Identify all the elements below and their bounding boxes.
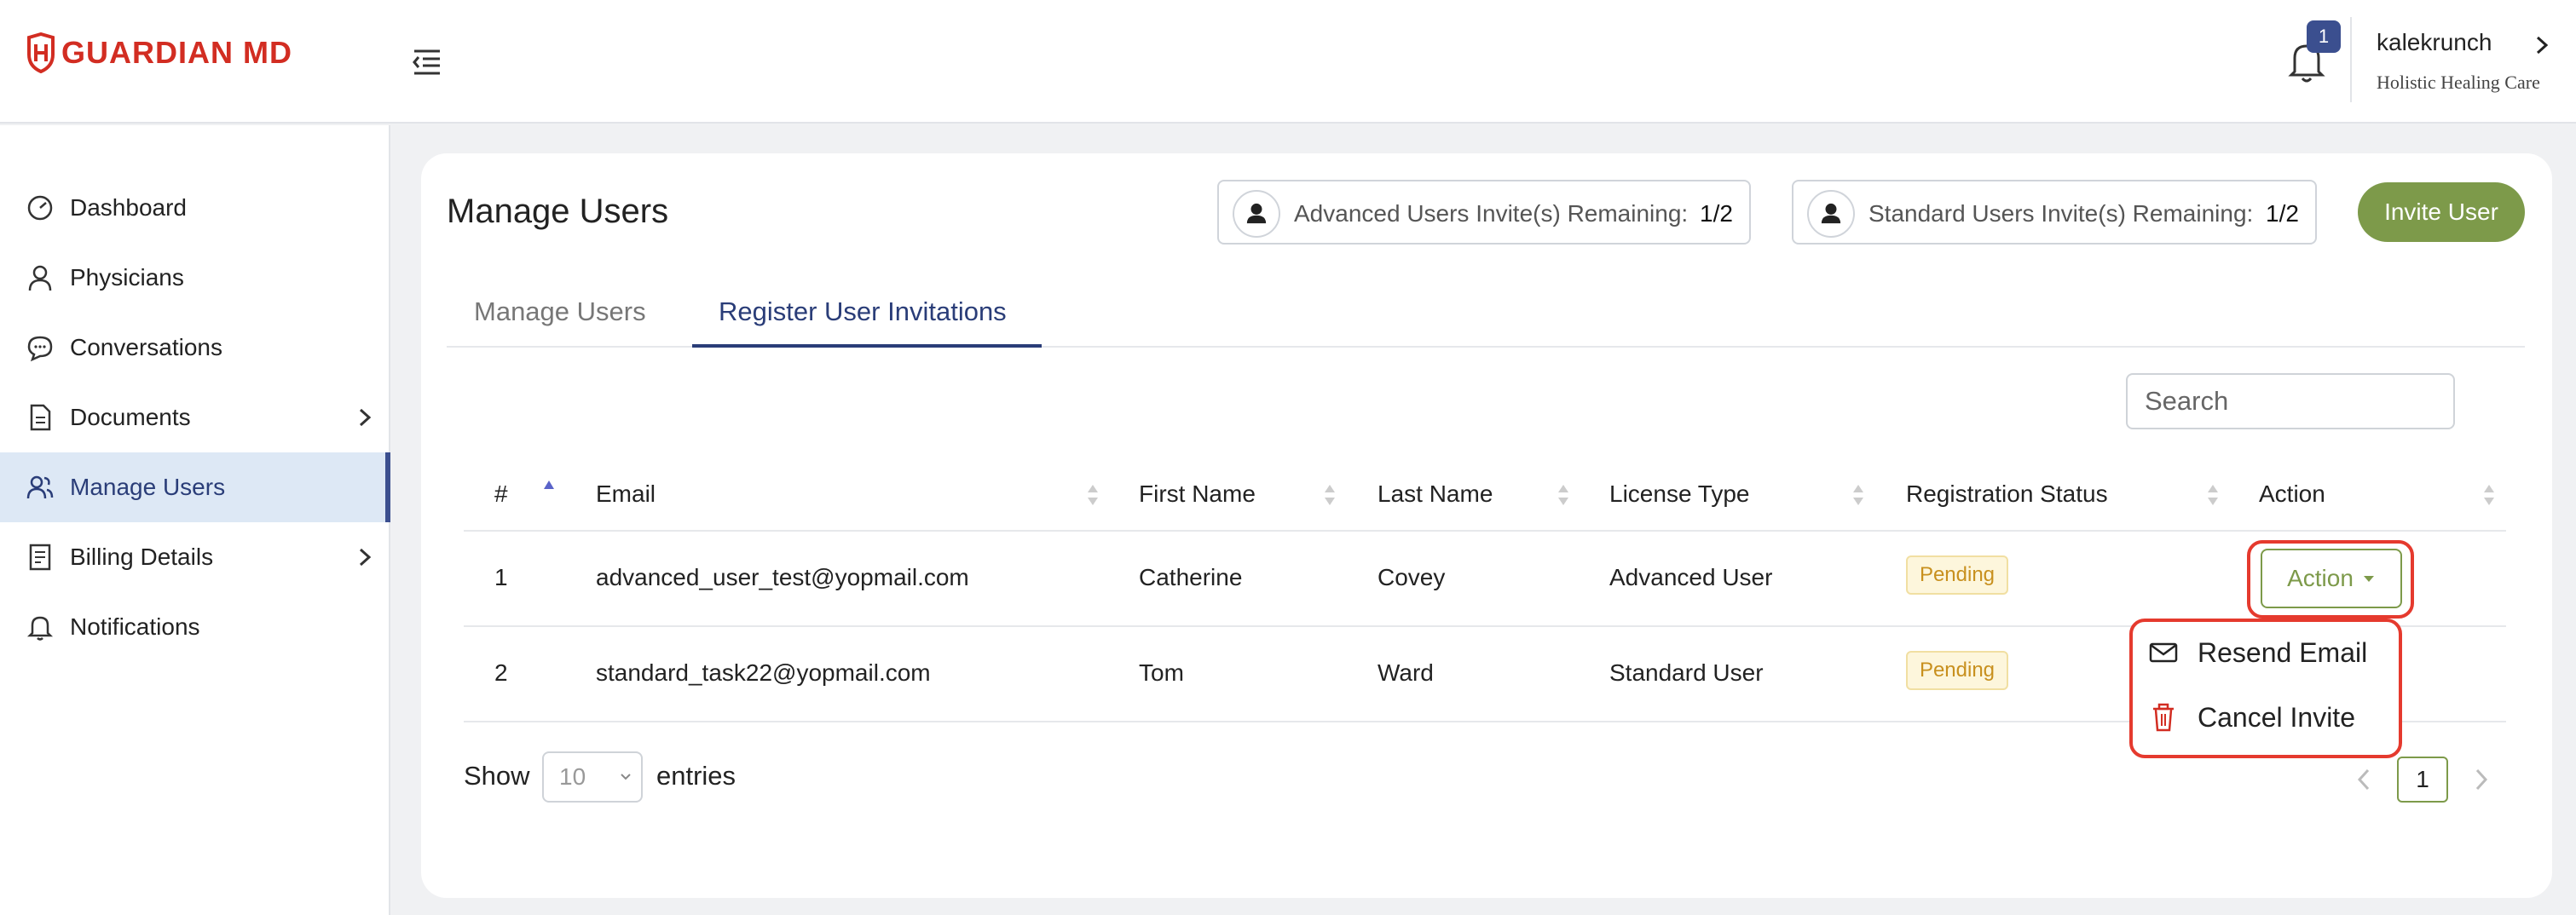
organization-name: Holistic Healing Care bbox=[2377, 72, 2540, 93]
column-header-license-type[interactable]: License Type bbox=[1609, 481, 1750, 508]
sidebar-item-physicians[interactable]: Physicians bbox=[0, 243, 390, 313]
row-email: standard_task22@yopmail.com bbox=[596, 659, 931, 686]
menu-item-cancel-invite[interactable]: Cancel Invite bbox=[2148, 690, 2387, 745]
bell-icon bbox=[26, 616, 54, 641]
collapse-menu-icon[interactable] bbox=[407, 44, 445, 78]
sidebar: Dashboard Physicians Conversations Docum… bbox=[0, 125, 390, 915]
entries-label: entries bbox=[656, 761, 736, 791]
column-header-action[interactable]: Action bbox=[2259, 481, 2325, 508]
sort-icon[interactable] bbox=[1557, 482, 1570, 508]
sort-icon[interactable] bbox=[1323, 482, 1337, 508]
active-tab-indicator bbox=[692, 344, 1042, 348]
sort-ascending-icon[interactable] bbox=[542, 479, 556, 504]
standard-quota-value: 1/2 bbox=[2266, 200, 2299, 227]
sidebar-item-label: Documents bbox=[70, 404, 191, 430]
action-dropdown-button[interactable]: Action bbox=[2261, 549, 2402, 608]
sidebar-item-label: Physicians bbox=[70, 264, 184, 291]
sidebar-item-label: Billing Details bbox=[70, 544, 214, 570]
pagination-next-icon[interactable] bbox=[2470, 765, 2492, 794]
sidebar-item-documents[interactable]: Documents bbox=[0, 383, 390, 452]
entries-value: 10 bbox=[559, 763, 586, 790]
envelope-icon bbox=[2149, 642, 2178, 663]
invite-user-button[interactable]: Invite User bbox=[2358, 182, 2525, 242]
row-last-name: Covey bbox=[1378, 564, 1446, 590]
user-name[interactable]: kalekrunch bbox=[2377, 29, 2492, 56]
advanced-users-quota: Advanced Users Invite(s) Remaining: 1/2 bbox=[1217, 180, 1751, 245]
column-header-first-name[interactable]: First Name bbox=[1139, 481, 1256, 508]
main-card bbox=[421, 153, 2552, 898]
row-first-name: Tom bbox=[1139, 659, 1184, 686]
chevron-right-icon bbox=[359, 548, 372, 567]
brand-logo[interactable]: GUARDIAN MD bbox=[26, 32, 292, 73]
status-badge: Pending bbox=[1906, 555, 2008, 595]
sidebar-item-label: Conversations bbox=[70, 334, 222, 360]
sidebar-item-billing-details[interactable]: Billing Details bbox=[0, 522, 390, 592]
caret-down-icon bbox=[2363, 576, 2374, 582]
user-avatar-icon bbox=[1233, 190, 1280, 238]
tab-manage-users[interactable]: Manage Users bbox=[474, 296, 646, 327]
row-number: 1 bbox=[494, 564, 508, 590]
sidebar-item-label: Notifications bbox=[70, 613, 200, 640]
chevron-right-icon bbox=[359, 408, 372, 427]
menu-item-resend-email[interactable]: Resend Email bbox=[2148, 625, 2387, 680]
row-license-type: Advanced User bbox=[1609, 564, 1773, 590]
sidebar-item-conversations[interactable]: Conversations bbox=[0, 313, 390, 383]
shield-logo-icon bbox=[27, 32, 55, 73]
row-email: advanced_user_test@yopmail.com bbox=[596, 564, 969, 590]
tab-register-user-invitations[interactable]: Register User Invitations bbox=[719, 296, 1007, 327]
menu-item-label: Resend Email bbox=[2198, 636, 2368, 668]
advanced-quota-value: 1/2 bbox=[1700, 200, 1733, 227]
dashboard-gauge-icon bbox=[27, 195, 53, 221]
column-header-number[interactable]: # bbox=[494, 481, 508, 508]
document-icon bbox=[30, 404, 51, 431]
pagination-page-1[interactable]: 1 bbox=[2397, 757, 2448, 803]
page-title: Manage Users bbox=[447, 193, 669, 230]
sort-icon[interactable] bbox=[1851, 482, 1865, 508]
billing-icon bbox=[29, 544, 51, 571]
person-icon bbox=[28, 265, 52, 291]
users-icon bbox=[26, 475, 54, 499]
column-header-email[interactable]: Email bbox=[596, 481, 656, 508]
user-avatar-icon bbox=[1807, 190, 1855, 238]
menu-item-label: Cancel Invite bbox=[2198, 701, 2355, 733]
sidebar-item-label: Dashboard bbox=[70, 194, 187, 221]
chat-bubble-icon bbox=[27, 336, 53, 362]
sidebar-item-dashboard[interactable]: Dashboard bbox=[0, 173, 390, 243]
sort-icon[interactable] bbox=[1086, 482, 1100, 508]
action-button-label: Action bbox=[2287, 565, 2354, 591]
standard-users-quota: Standard Users Invite(s) Remaining: 1/2 bbox=[1792, 180, 2317, 245]
status-badge: Pending bbox=[1906, 651, 2008, 690]
pagination-prev-icon[interactable] bbox=[2353, 765, 2375, 794]
brand-name: GUARDIAN MD bbox=[61, 35, 292, 70]
sidebar-item-label: Manage Users bbox=[70, 474, 226, 500]
trash-icon bbox=[2153, 703, 2174, 732]
chevron-right-icon[interactable] bbox=[2532, 32, 2552, 58]
column-header-last-name[interactable]: Last Name bbox=[1378, 481, 1493, 508]
header-divider bbox=[2350, 17, 2352, 102]
advanced-quota-label: Advanced Users Invite(s) Remaining: bbox=[1294, 200, 1689, 227]
table-header-divider bbox=[464, 530, 2506, 532]
sidebar-item-notifications[interactable]: Notifications bbox=[0, 592, 390, 662]
chevron-down-icon bbox=[621, 774, 631, 780]
sort-icon[interactable] bbox=[2482, 482, 2496, 508]
show-label: Show bbox=[464, 761, 530, 791]
row-license-type: Standard User bbox=[1609, 659, 1764, 686]
entries-per-page-select[interactable]: 10 bbox=[542, 751, 643, 803]
notification-count-badge: 1 bbox=[2307, 20, 2341, 53]
top-header: GUARDIAN MD 1 kalekrunch Holistic Healin… bbox=[0, 0, 2576, 124]
sidebar-item-manage-users[interactable]: Manage Users bbox=[0, 452, 390, 522]
row-number: 2 bbox=[494, 659, 508, 686]
sort-icon[interactable] bbox=[2206, 482, 2220, 508]
column-header-registration-status[interactable]: Registration Status bbox=[1906, 481, 2108, 508]
standard-quota-label: Standard Users Invite(s) Remaining: bbox=[1868, 200, 2254, 227]
row-last-name: Ward bbox=[1378, 659, 1434, 686]
search-input[interactable] bbox=[2126, 373, 2455, 429]
row-first-name: Catherine bbox=[1139, 564, 1243, 590]
